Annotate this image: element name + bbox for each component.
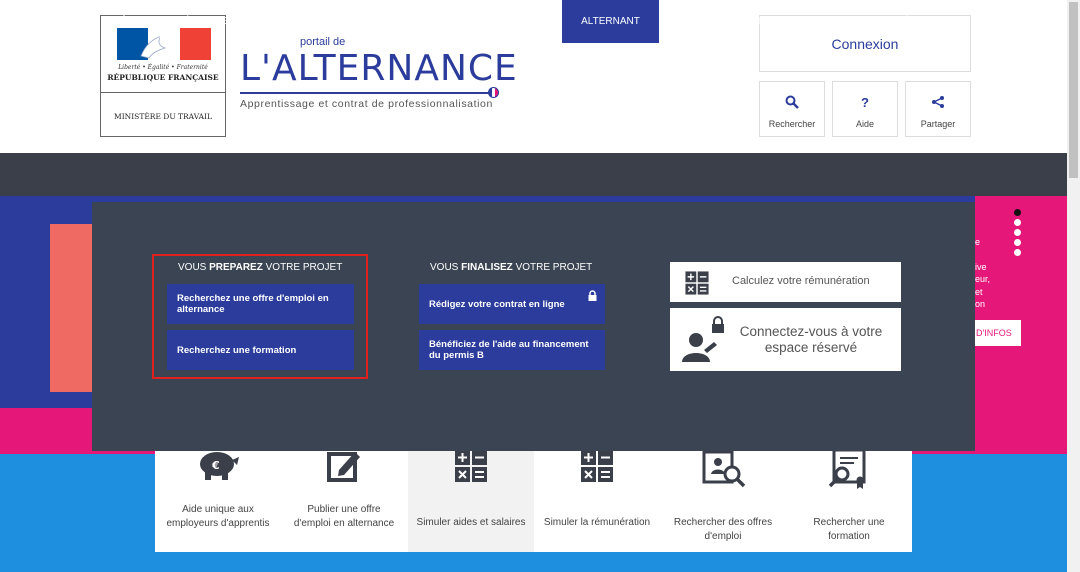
hero-card [50,224,92,392]
tile-label: Publier une offre d'emploi en alternance [293,504,395,529]
portal-brand-logo[interactable]: portail de L'ALTERNANCE Apprentissage et… [240,36,517,116]
svg-text:€: € [211,459,220,472]
search-button[interactable]: Rechercher [759,81,825,137]
salary-calculator-card[interactable]: Calculez votre rémunération [670,262,901,302]
tile-label: Rechercher des offres d'emploi [673,517,773,542]
nav-item-decouvrir[interactable]: DÉCOUVRIR L'ALTERNANCE [300,0,450,43]
lock-icon [588,290,597,304]
calculator-icon [534,448,660,492]
brand-tagline: Apprentissage et contrat de professionna… [240,98,493,110]
slider-dot[interactable] [1014,239,1021,246]
write-contract-label: Rédigez votre contrat en ligne [429,298,565,310]
connect-space-label: Connectez-vous à votre espace réservé [739,324,883,355]
tile-label: Simuler la rémunération [543,517,651,528]
search-job-offer-button[interactable]: Recherchez une offre d'emploi en alterna… [167,284,354,324]
home-icon [117,15,131,28]
calculator-icon [684,270,710,296]
calculator-icon [408,448,534,492]
slider-dot[interactable] [1014,209,1021,216]
tile-simuler-remuneration[interactable]: Simuler la rémunération [534,446,660,552]
search-training-label: Recherchez une formation [177,344,297,356]
search-icon [760,95,824,111]
driving-license-aid-label: Bénéficiez de l'aide au financement du p… [429,339,589,361]
write-contract-button[interactable]: Rédigez votre contrat en ligne [419,284,605,324]
nav-item-organisme[interactable]: ORGANISME DE FORMATION [668,0,828,43]
nav-item-demarretastory[interactable]: #DÉMARRETASTORY [160,0,284,43]
hero-text-fragment: e ive eur, et on [975,237,991,309]
brand-underline [240,92,494,94]
piggy-bank-icon: € [155,448,281,490]
share-button[interactable]: Partager [905,81,971,137]
slider-dot[interactable] [1014,249,1021,256]
nav-item-actualites[interactable]: ACTUALITÉS [838,0,934,43]
edit-icon [281,448,407,492]
scrollbar-thumb[interactable] [1069,2,1078,178]
ministry-name: MINISTÈRE DU TRAVAIL [114,112,212,121]
brand-dot-icon [488,87,499,98]
help-button[interactable]: ? Aide [832,81,898,137]
more-info-button[interactable]: D'INFOS [975,320,1021,346]
certificate-search-icon [786,448,912,498]
tile-label: Simuler aides et salaires [416,517,526,528]
home-button[interactable] [110,0,138,43]
brand-title: L'ALTERNANCE [240,48,518,89]
help-icon: ? [861,95,869,110]
tile-rechercher-offres[interactable]: Rechercher des offres d'emploi [660,446,786,552]
tile-label: Aide unique aux employeurs d'apprentis [166,504,270,529]
prepare-section-title: VOUS PREPAREZ VOTRE PROJET [178,262,343,273]
slider-dot[interactable] [1014,229,1021,236]
tile-label: Rechercher une formation [813,517,885,542]
help-label: Aide [855,119,874,129]
search-label: Rechercher [768,119,816,129]
republic-name: RÉPUBLIQUE FRANÇAISE [107,73,219,82]
tile-aide-unique[interactable]: € Aide unique aux employeurs d'apprentis [155,446,281,552]
connect-space-card[interactable]: Connectez-vous à votre espace réservé [670,308,901,371]
tile-rechercher-formation[interactable]: Rechercher une formation [786,446,912,552]
share-icon [906,95,970,111]
driving-license-aid-button[interactable]: Bénéficiez de l'aide au financement du p… [419,330,605,370]
slider-dot[interactable] [1014,219,1021,226]
search-job-offer-label: Recherchez une offre d'emploi en alterna… [177,293,329,315]
finalize-section-title: VOUS FINALISEZ VOTRE PROJET [430,262,593,273]
search-training-button[interactable]: Recherchez une formation [167,330,354,370]
share-label: Partager [920,119,956,129]
main-navigation [0,153,1067,196]
republic-motto: Liberté • Égalité • Fraternité [118,64,208,71]
salary-calculator-label: Calculez votre rémunération [732,275,870,287]
tile-simuler-aides[interactable]: Simuler aides et salaires [408,446,534,552]
user-lock-icon [680,316,724,362]
quick-services: € Aide unique aux employeurs d'apprentis… [155,446,912,552]
nav-item-employeur[interactable]: EMPLOYEUR [466,0,554,43]
search-document-icon [660,448,786,496]
tile-publier-offre[interactable]: Publier une offre d'emploi en alternance [281,446,407,552]
nav-item-alternant[interactable]: ALTERNANT [562,0,659,43]
